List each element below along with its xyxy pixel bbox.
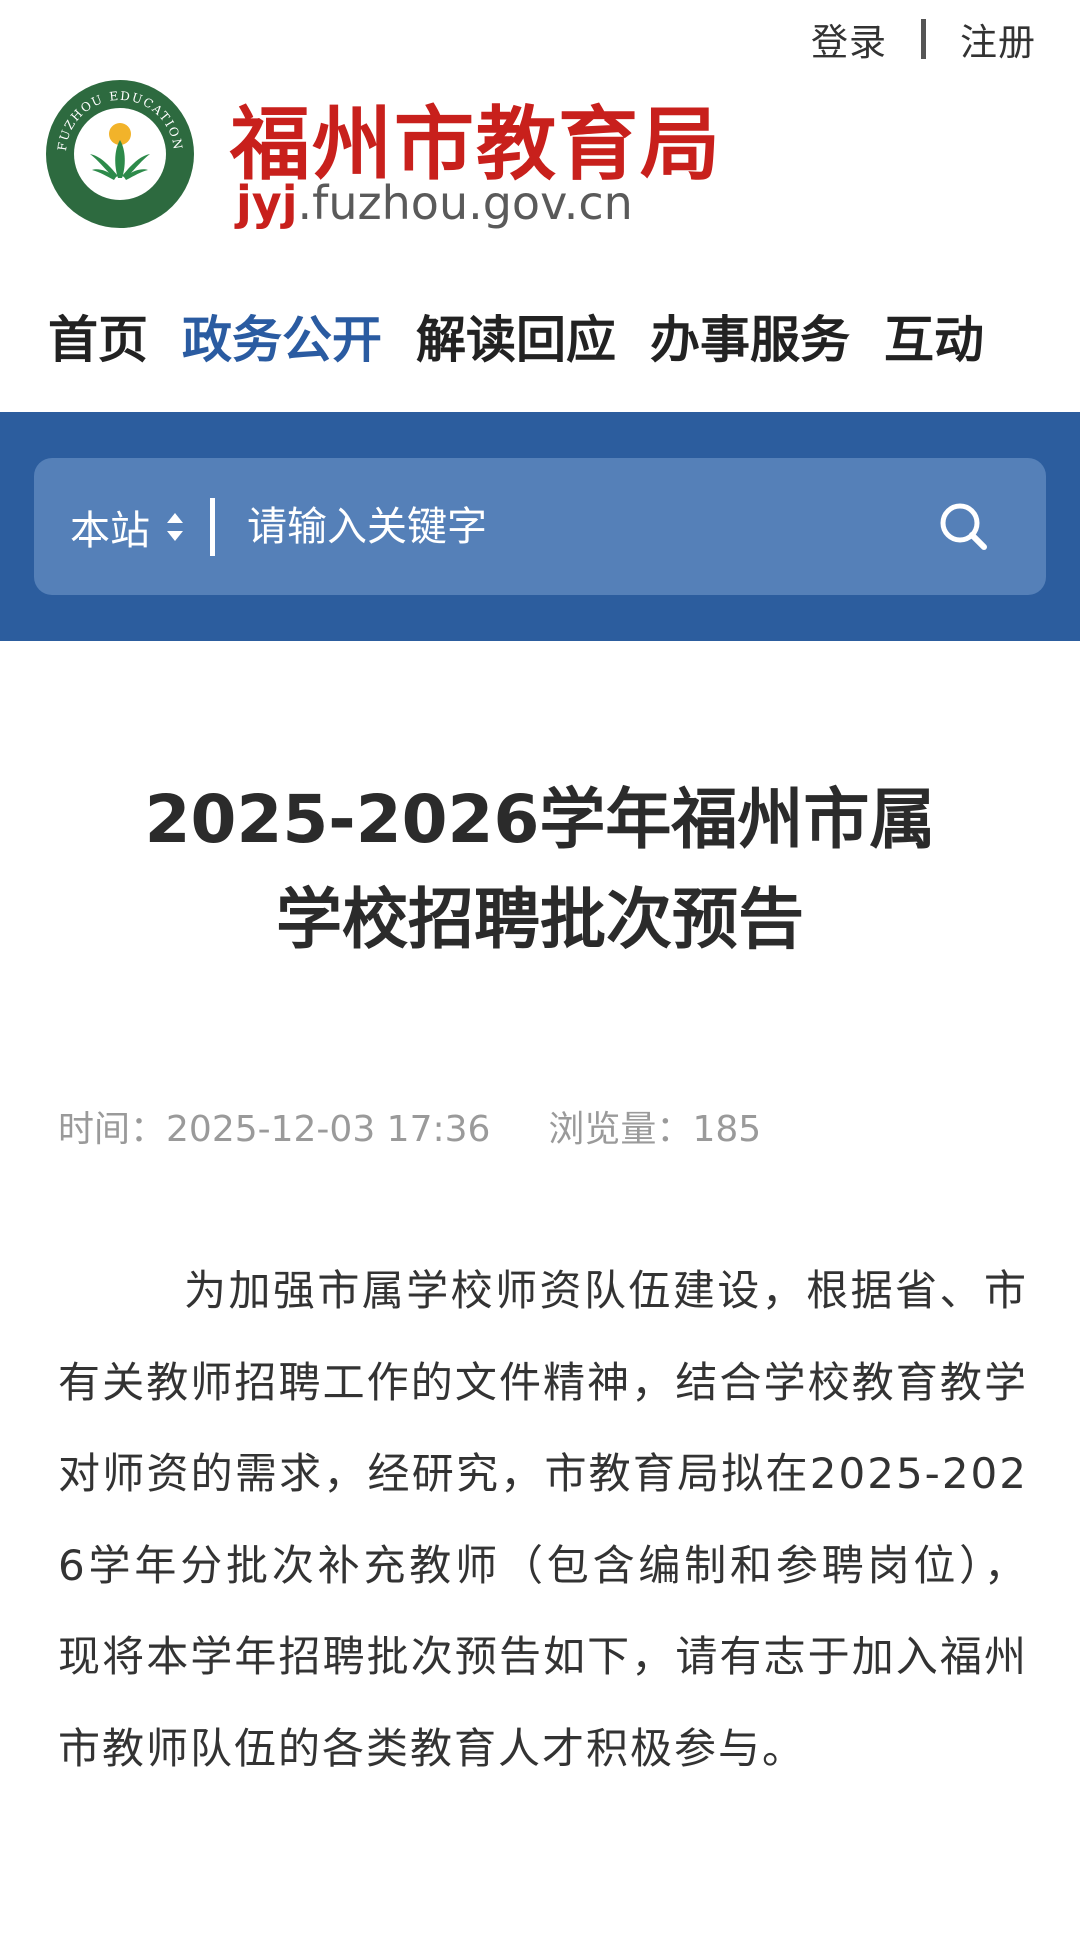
page: 登录 注册 FUZHOU EDUCATION 福州教育 福州市教育局 jyj.f… bbox=[0, 0, 1080, 1937]
auth-divider bbox=[921, 19, 926, 59]
register-link[interactable]: 注册 bbox=[960, 12, 1036, 66]
main-nav: 首页 政务公开 解读回应 办事服务 互动 bbox=[48, 300, 1080, 372]
nav-item-services[interactable]: 办事服务 bbox=[650, 300, 850, 372]
search-input[interactable] bbox=[247, 503, 934, 550]
search-scope-select[interactable]: 本站 bbox=[70, 498, 186, 556]
nav-item-home[interactable]: 首页 bbox=[48, 300, 148, 372]
publish-time-label: 时间： bbox=[58, 1109, 167, 1150]
site-url-rest: .fuzhou.gov.cn bbox=[297, 176, 633, 230]
view-count-label: 浏览量： bbox=[548, 1109, 693, 1150]
article-title-line-1: 2025-2026学年福州市属 bbox=[144, 781, 936, 858]
sort-arrows-icon bbox=[167, 512, 183, 541]
site-url: jyj.fuzhou.gov.cn bbox=[236, 176, 633, 230]
article-meta: 时间：2025-12-03 17:36 浏览量：185 bbox=[58, 1100, 761, 1152]
search-scope-label: 本站 bbox=[70, 507, 150, 554]
auth-links: 登录 注册 bbox=[811, 12, 1036, 66]
article-title-line-2: 学校招聘批次预告 bbox=[276, 881, 804, 958]
search-band: 本站 bbox=[0, 412, 1080, 641]
article-body: 为加强市属学校师资队伍建设，根据省、市有关教师招聘工作的文件精神，结合学校教育教… bbox=[58, 1266, 1028, 1773]
view-count-value: 185 bbox=[692, 1109, 762, 1150]
nav-item-interaction[interactable]: 互动 bbox=[884, 300, 984, 372]
fuzhou-education-logo[interactable]: FUZHOU EDUCATION 福州教育 bbox=[44, 78, 196, 230]
search-divider bbox=[210, 497, 215, 556]
search-icon[interactable] bbox=[934, 497, 994, 557]
nav-item-interpretation[interactable]: 解读回应 bbox=[416, 300, 616, 372]
site-url-highlight: jyj bbox=[236, 176, 298, 230]
article-title: 2025-2026学年福州市属 学校招聘批次预告 bbox=[60, 770, 1020, 970]
login-link[interactable]: 登录 bbox=[811, 12, 887, 66]
search-box: 本站 bbox=[34, 458, 1046, 595]
publish-time-value: 2025-12-03 17:36 bbox=[166, 1109, 491, 1150]
nav-item-government-affairs[interactable]: 政务公开 bbox=[182, 300, 382, 372]
